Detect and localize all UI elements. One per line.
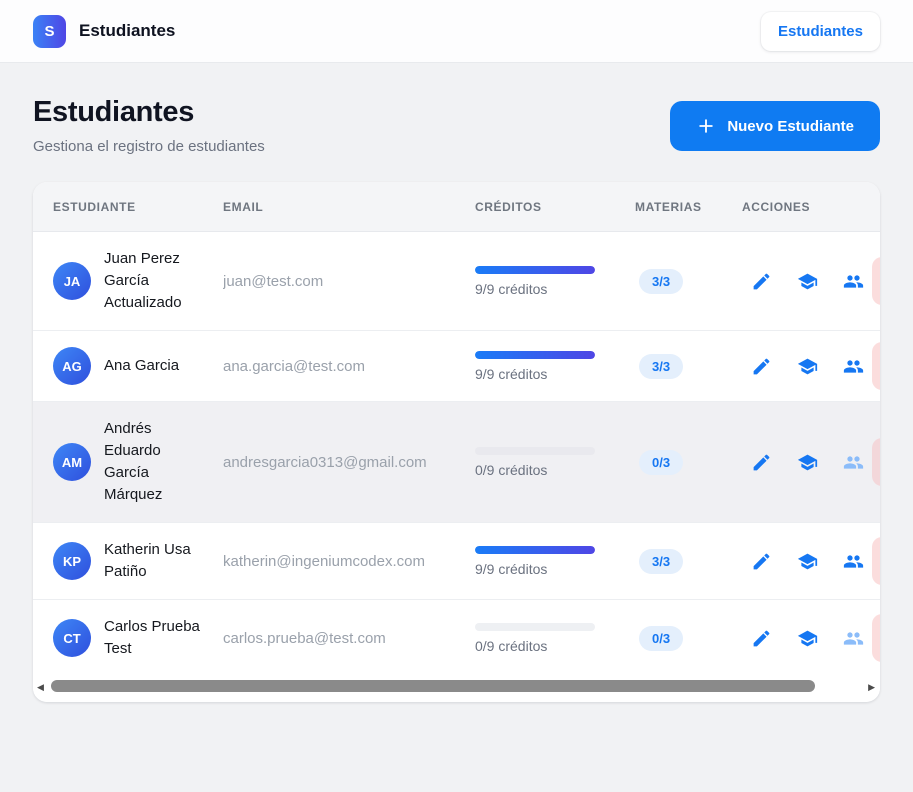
- student-name: Carlos Prueba Test: [104, 618, 200, 657]
- graduation-cap-icon[interactable]: [797, 271, 818, 292]
- edit-pencil-icon[interactable]: [751, 452, 772, 473]
- credits-progressbar: [475, 545, 595, 554]
- credits-label: 9/9 créditos: [475, 560, 548, 577]
- table-row: KP Katherin Usa Patiño katherin@ingenium…: [33, 523, 880, 600]
- credits-progressbar: [475, 446, 595, 455]
- delete-icon[interactable]: [872, 537, 880, 585]
- graduation-cap-icon[interactable]: [797, 628, 818, 649]
- people-group-icon[interactable]: [843, 271, 864, 292]
- new-student-button[interactable]: Nuevo Estudiante: [670, 101, 880, 151]
- graduation-cap-icon[interactable]: [797, 452, 818, 473]
- edit-pencil-icon[interactable]: [751, 271, 772, 292]
- avatar-initials: JA: [63, 273, 81, 289]
- table-body: JA Juan Perez García Actualizado juan@te…: [33, 232, 880, 676]
- avatar: JA: [53, 262, 91, 300]
- credits-progressbar: [475, 350, 595, 359]
- app-title: Estudiantes: [79, 21, 176, 40]
- materias-badge: 3/3: [639, 353, 684, 379]
- student-name: Ana Garcia: [104, 357, 180, 374]
- materias-badge: 3/3: [639, 548, 684, 574]
- scrollbar-thumb[interactable]: [51, 680, 815, 692]
- avatar-initials: KP: [62, 553, 82, 569]
- nav-estudiantes-button[interactable]: Estudiantes: [760, 11, 880, 51]
- credits-progressbar-fill: [475, 545, 595, 554]
- avatar: AM: [53, 443, 91, 481]
- app-logo: S: [33, 14, 66, 48]
- people-group-icon[interactable]: [843, 551, 864, 572]
- edit-pencil-icon[interactable]: [751, 551, 772, 572]
- materias-badge: 0/3: [639, 449, 684, 475]
- column-header-email: Email: [223, 199, 264, 214]
- new-student-button-label: Nuevo Estudiante: [727, 117, 854, 135]
- student-email: katherin@ingeniumcodex.com: [223, 552, 425, 570]
- main-content: Estudiantes Gestiona el registro de estu…: [0, 63, 913, 735]
- avatar: AG: [53, 347, 91, 385]
- materias-badge: 3/3: [639, 268, 684, 294]
- delete-icon[interactable]: [872, 614, 880, 662]
- credits-progressbar: [475, 622, 595, 631]
- people-group-icon[interactable]: [843, 628, 864, 649]
- avatar: KP: [53, 542, 91, 580]
- avatar: CT: [53, 619, 91, 657]
- avatar-initials: CT: [63, 630, 81, 646]
- credits-label: 9/9 créditos: [475, 365, 548, 382]
- table-row: AM Andrés Eduardo García Márquez andresg…: [33, 402, 880, 523]
- student-email: andresgarcia0313@gmail.com: [223, 453, 427, 471]
- plus-icon: [696, 116, 716, 136]
- table-row: JA Juan Perez García Actualizado juan@te…: [33, 232, 880, 331]
- credits-label: 0/9 créditos: [475, 637, 548, 654]
- page-subtitle: Gestiona el registro de estudiantes: [33, 138, 265, 155]
- column-header-acciones: Acciones: [742, 199, 811, 214]
- avatar-initials: AM: [61, 454, 83, 470]
- graduation-cap-icon[interactable]: [797, 356, 818, 377]
- credits-progressbar: [475, 265, 595, 274]
- scroll-left-arrow-icon[interactable]: ◀: [35, 679, 46, 695]
- edit-pencil-icon[interactable]: [751, 356, 772, 377]
- table-header-row: Estudiante Email Créditos Materias Accio…: [33, 182, 880, 232]
- horizontal-scrollbar: ◀ ▶: [33, 676, 880, 702]
- student-name: Andrés Eduardo García Márquez: [104, 420, 163, 503]
- student-name: Katherin Usa Patiño: [104, 541, 191, 580]
- column-header-creditos: Créditos: [475, 199, 542, 214]
- graduation-cap-icon[interactable]: [797, 551, 818, 572]
- delete-icon[interactable]: [872, 438, 880, 486]
- delete-icon[interactable]: [872, 342, 880, 390]
- student-name: Juan Perez García Actualizado: [104, 250, 182, 311]
- delete-icon[interactable]: [872, 257, 880, 305]
- materias-badge: 0/3: [639, 625, 684, 651]
- edit-pencil-icon[interactable]: [751, 628, 772, 649]
- page-header: Estudiantes Gestiona el registro de estu…: [33, 96, 880, 155]
- table-row: AG Ana Garcia ana.garcia@test.com 9/9 cr…: [33, 331, 880, 402]
- table-row: CT Carlos Prueba Test carlos.prueba@test…: [33, 600, 880, 676]
- people-group-icon[interactable]: [843, 356, 864, 377]
- students-table-card: Estudiante Email Créditos Materias Accio…: [33, 182, 880, 702]
- student-email: carlos.prueba@test.com: [223, 629, 386, 647]
- column-header-materias: Materias: [635, 199, 702, 214]
- people-group-icon[interactable]: [843, 452, 864, 473]
- student-email: juan@test.com: [223, 272, 324, 290]
- student-email: ana.garcia@test.com: [223, 357, 365, 375]
- scroll-right-arrow-icon[interactable]: ▶: [866, 679, 877, 695]
- column-header-estudiante: Estudiante: [53, 199, 136, 214]
- credits-label: 0/9 créditos: [475, 461, 548, 478]
- top-navbar: S Estudiantes Estudiantes: [0, 0, 913, 63]
- credits-progressbar-fill: [475, 265, 595, 274]
- avatar-initials: AG: [62, 358, 82, 374]
- credits-label: 9/9 créditos: [475, 280, 548, 297]
- credits-progressbar-fill: [475, 350, 595, 359]
- page-title: Estudiantes: [33, 96, 195, 128]
- app-logo-letter: S: [44, 22, 55, 40]
